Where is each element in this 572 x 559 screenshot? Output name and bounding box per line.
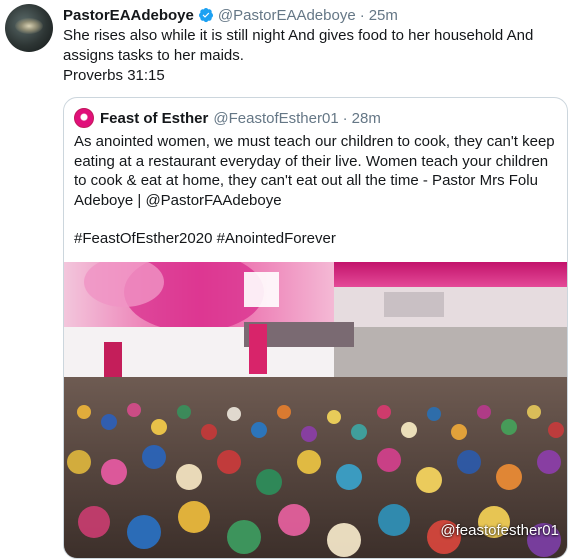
tweet[interactable]: PastorEAAdeboye @PastorEAAdeboye · 25m S…	[0, 0, 572, 559]
tweet-timestamp[interactable]: 25m	[369, 7, 398, 24]
author-avatar[interactable]	[5, 4, 53, 52]
quoted-tweet-header: Feast of Esther @FeastofEsther01 · 28m	[74, 108, 381, 128]
quoted-tweet-timestamp[interactable]: 28m	[352, 110, 381, 127]
quoted-hashtags[interactable]: #FeastOfEsther2020 #AnointedForever	[74, 229, 558, 249]
verified-badge-icon	[198, 8, 213, 23]
quoted-text-line: As anointed women, we must teach our chi…	[74, 133, 555, 150]
tweet-header: PastorEAAdeboye @PastorEAAdeboye · 25m	[63, 5, 398, 25]
tweet-text: She rises also while it is still night A…	[63, 26, 553, 86]
tweet-text-line: assigns tasks to her maids.	[63, 47, 244, 64]
separator-dot: ·	[342, 109, 348, 127]
photo-watermark: @feastofesther01	[440, 522, 559, 539]
quoted-tweet[interactable]: Feast of Esther @FeastofEsther01 · 28m A…	[63, 97, 568, 559]
event-crowd-photo	[64, 262, 567, 558]
quoted-author-handle[interactable]: @FeastofEsther01	[213, 110, 338, 127]
tweet-text-line: She rises also while it is still night A…	[63, 27, 534, 44]
quoted-tweet-photo[interactable]: @feastofesther01	[64, 262, 567, 558]
quoted-text-line: to cook & eat at home, they can't eat ou…	[74, 172, 538, 189]
tweet-text-line: Proverbs 31:15	[63, 67, 165, 84]
separator-dot: ·	[359, 6, 365, 24]
author-handle[interactable]: @PastorEAAdeboye	[218, 7, 356, 24]
quoted-text-line: eating at a restaurant everyday of their…	[74, 152, 549, 170]
quoted-author-avatar[interactable]	[74, 108, 94, 128]
author-display-name[interactable]: PastorEAAdeboye	[63, 7, 194, 24]
quoted-author-display-name[interactable]: Feast of Esther	[100, 110, 208, 127]
quoted-text-line: Adeboye | @PastorFAAdeboye	[74, 191, 282, 209]
quoted-tweet-text: As anointed women, we must teach our chi…	[74, 132, 558, 249]
